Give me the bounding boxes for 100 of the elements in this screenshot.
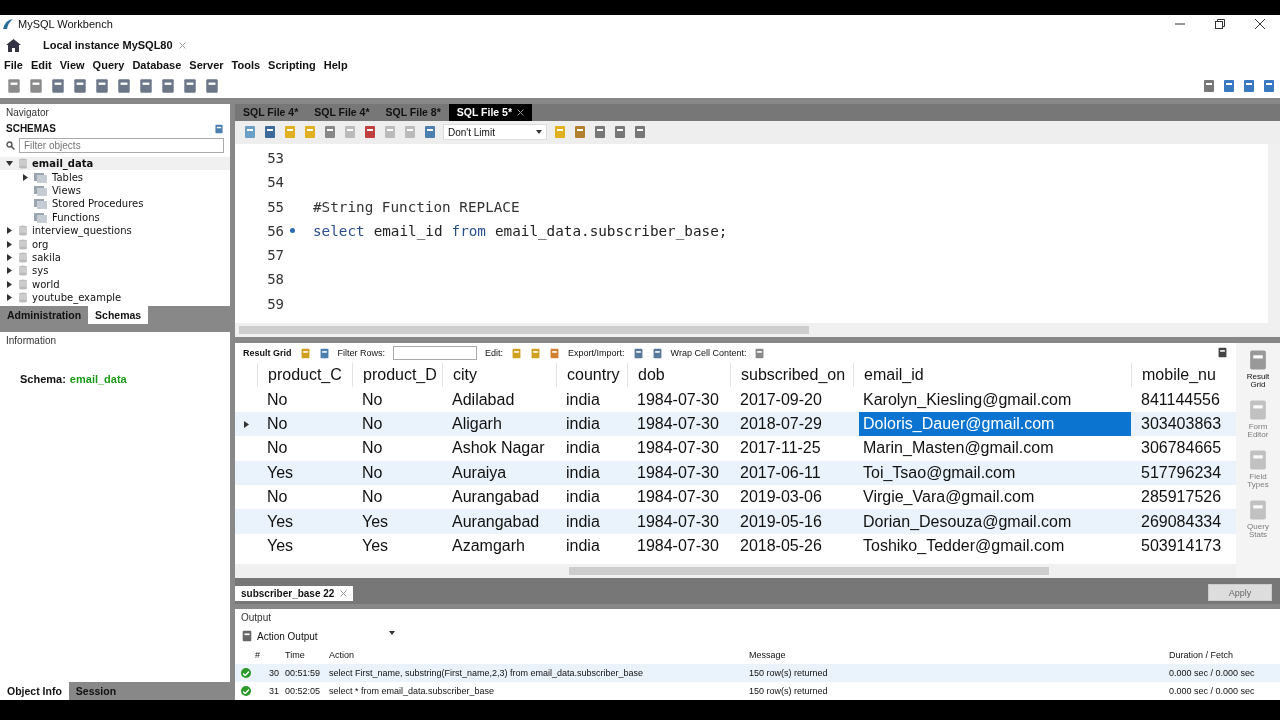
caret-icon[interactable] (389, 630, 395, 635)
limit-dropdown[interactable]: Don't Limit (443, 124, 547, 141)
code-text: email_data.subscriber_base; (494, 222, 728, 239)
table-cell-text: No (266, 414, 289, 434)
column-header: Action (329, 650, 355, 660)
table-cell-text: 30 (268, 668, 280, 678)
editor-tab[interactable]: SQL File 4* (235, 104, 307, 121)
result-tab[interactable]: subscriber_base 22 (235, 586, 354, 601)
sql-keyword: from (451, 222, 486, 239)
menu-item[interactable]: Server (187, 59, 230, 71)
table-cell-text: select First_name, substring(First_name,2,3) from email_data.subscriber_base (329, 668, 645, 678)
line-number: 53 (267, 150, 284, 166)
collapse-arrow-icon[interactable] (6, 160, 13, 168)
table-cell-text: 1984-07-30 (636, 414, 720, 434)
table-cell-text: india (565, 414, 601, 434)
menu-item[interactable]: Tools (229, 59, 267, 71)
schema-item[interactable]: org (32, 238, 49, 250)
schema-item[interactable]: sakila (32, 251, 61, 263)
side-panel-label[interactable]: Query Stats (1240, 523, 1276, 540)
table-cell: Doloris_Dauer@gmail.com (859, 411, 1131, 437)
tree-item[interactable]: Tables (52, 171, 84, 183)
table-cell-text: india (565, 462, 601, 483)
table-cell-text: Aurangabad (451, 487, 541, 508)
table-cell-text: No (361, 414, 384, 434)
table-cell-text: 1984-07-30 (636, 535, 720, 556)
schema-item[interactable]: youtube_example (32, 292, 122, 304)
home-icon[interactable] (6, 38, 21, 52)
panel-tab[interactable]: Schemas (88, 306, 149, 325)
code-text: email_id (373, 222, 443, 239)
close-icon[interactable] (517, 108, 524, 116)
table-cell-text: india (565, 535, 601, 556)
schema-label: Schema: (20, 373, 66, 386)
menu-item[interactable]: Query (90, 59, 131, 71)
close-icon[interactable] (1255, 19, 1265, 29)
code-comment: #String Function REPLACE (313, 198, 520, 215)
schema-item[interactable]: interview_questions (32, 225, 132, 237)
table-cell-text: 1984-07-30 (636, 438, 720, 459)
table-cell-text: Aligarh (451, 414, 503, 434)
table-cell-text: No (361, 487, 384, 508)
table-cell-text: Dorian_Desouza@gmail.com (862, 511, 1073, 532)
menu-item[interactable]: Help (321, 59, 354, 71)
folder-icon (34, 184, 48, 196)
table-cell-text: Yes (266, 462, 295, 483)
connection-tab[interactable]: Local instance MySQL80 (43, 39, 186, 51)
line-number: 54 (267, 174, 284, 191)
table-cell-text: 285917526 (1140, 487, 1221, 508)
table-cell-text: No (266, 487, 289, 508)
table-cell-text: Yes (361, 511, 390, 532)
menu-item[interactable]: Scripting (266, 59, 322, 71)
tree-item[interactable]: Views (52, 184, 81, 196)
table-cell-text: 00:52:05 (285, 686, 322, 696)
caret-icon[interactable] (536, 130, 542, 135)
schema-item[interactable]: world (32, 278, 60, 290)
table-cell-text: 0.000 sec / 0.000 sec (1169, 686, 1256, 696)
table-cell-text: india (565, 438, 601, 459)
column-header: # (255, 650, 261, 660)
horizontal-scrollbar[interactable] (235, 323, 1280, 338)
panel-tab[interactable]: Session (68, 682, 124, 700)
panel-tab[interactable]: Administration (0, 306, 89, 325)
table-cell-text: Aurangabad (451, 511, 541, 532)
folder-icon (34, 171, 48, 183)
panel-title: Navigator (5, 106, 50, 120)
menu-item[interactable]: View (57, 59, 91, 71)
tree-item[interactable]: Functions (52, 211, 100, 223)
table-cell-text: 00:51:59 (285, 668, 322, 678)
restore-icon[interactable] (1215, 19, 1225, 29)
table-cell-text: Yes (361, 535, 390, 556)
table-cell-text: 503914173 (1140, 535, 1221, 556)
filter-field[interactable]: Filter objects (18, 138, 224, 153)
output-dropdown[interactable]: Action Output (257, 630, 395, 642)
table-cell-text: Karolyn_Kiesling@gmail.com (862, 389, 1073, 410)
wrap-label: Wrap Cell Content: (670, 348, 747, 359)
table-cell-text: 2017-09-20 (739, 389, 823, 410)
filter-rows-field[interactable] (393, 346, 478, 361)
expand-arrow-icon[interactable] (22, 173, 29, 181)
table-cell-text: Yes (266, 535, 295, 556)
panel-title: Output (240, 611, 273, 625)
editor-tab[interactable]: SQL File 5* (448, 104, 532, 121)
editor-tab[interactable]: SQL File 4* (306, 104, 378, 121)
table-cell-text: No (361, 438, 384, 459)
table-cell-text: Toshiko_Tedder@gmail.com (862, 535, 1066, 556)
statement-marker-icon (290, 228, 295, 234)
export-label: Export/Import: (568, 348, 625, 359)
side-panel-label[interactable]: Form Editor (1240, 423, 1276, 440)
side-panel-label[interactable]: Field Types (1240, 473, 1276, 490)
menu-item[interactable]: File (2, 59, 29, 71)
menu-item[interactable]: Edit (28, 59, 58, 71)
editor-tab[interactable]: SQL File 8* (377, 104, 449, 121)
line-number: 56 (267, 222, 284, 239)
table-cell-text: Virgie_Vara@gmail.com (862, 487, 1036, 508)
table-cell-text: 1984-07-30 (636, 511, 720, 532)
panel-tab[interactable]: Object Info (0, 682, 69, 700)
table-cell-text: No (266, 438, 289, 459)
result-grid-label: Result Grid (243, 348, 292, 359)
horizontal-scrollbar[interactable] (235, 564, 1236, 579)
schema-item[interactable]: sys (32, 265, 49, 277)
menu-item[interactable]: Database (130, 59, 188, 71)
side-panel-label[interactable]: Result Grid (1240, 373, 1276, 390)
tree-item[interactable]: Stored Procedures (52, 198, 144, 210)
table-cell-text: 1984-07-30 (636, 487, 720, 508)
